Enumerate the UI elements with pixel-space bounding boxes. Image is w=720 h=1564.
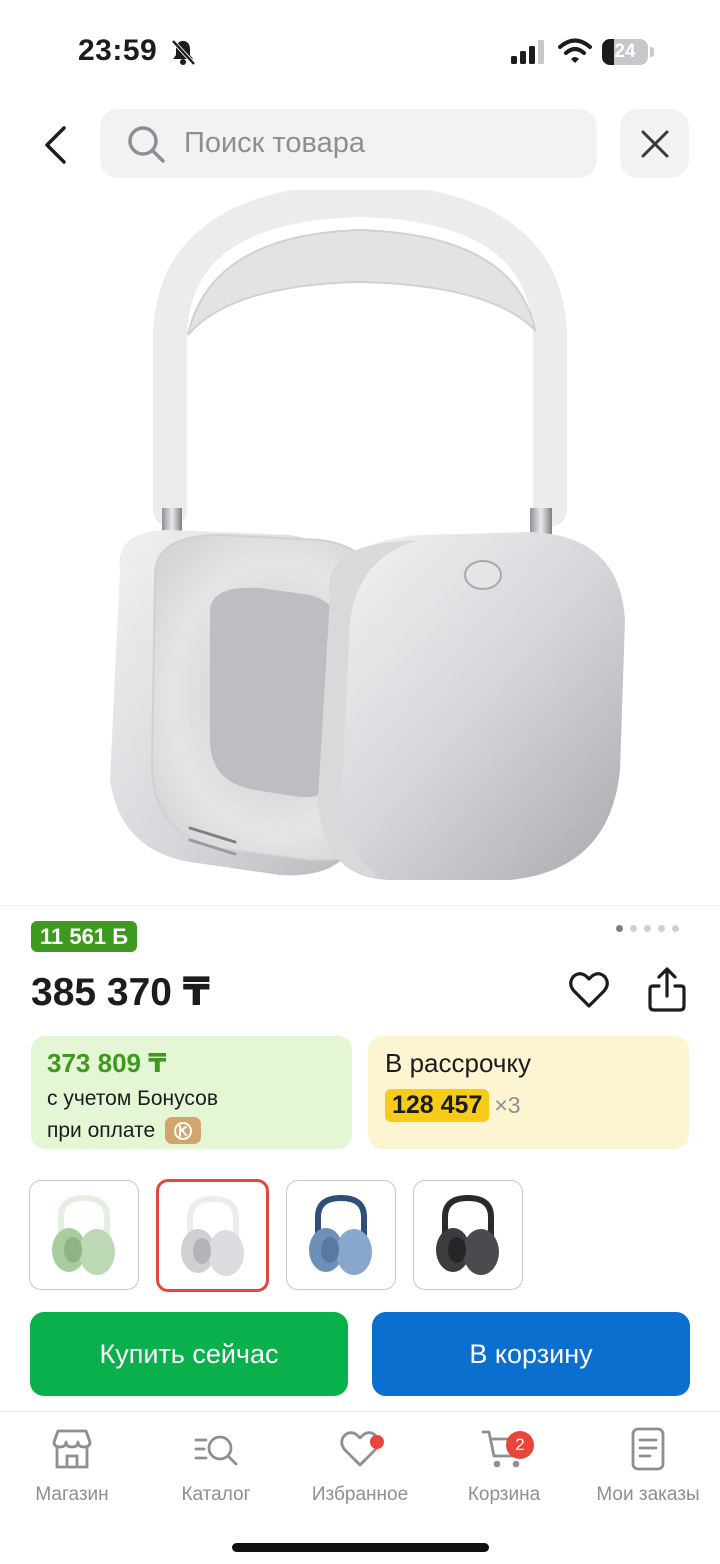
tab-label: Каталог — [181, 1484, 251, 1505]
bell-muted-icon — [171, 39, 196, 66]
headphones-blue-thumbnail — [309, 1194, 372, 1275]
close-icon — [641, 130, 668, 157]
heart-icon — [340, 1431, 380, 1467]
battery-level: 24 — [614, 41, 636, 62]
installment-amount: 128 457 — [385, 1089, 490, 1122]
headphones-gray-thumbnail — [436, 1194, 499, 1275]
tab-favorites[interactable]: Избранное — [288, 1426, 432, 1506]
headphones-silver-thumbnail — [180, 1195, 244, 1276]
bonus-price-card[interactable]: 373 809 ₸ с учетом Бонусов при оплате — [31, 1036, 352, 1149]
search-bar[interactable] — [100, 109, 597, 178]
share-icon — [648, 967, 686, 1012]
tab-label: Избранное — [311, 1484, 409, 1505]
back-button[interactable] — [30, 118, 80, 172]
pagination-dot[interactable] — [616, 925, 623, 932]
share-button[interactable] — [643, 966, 691, 1014]
payment-logo-icon — [165, 1117, 202, 1144]
pagination-dot[interactable] — [672, 925, 679, 932]
tab-catalog[interactable]: Каталог — [144, 1426, 288, 1506]
variant-green[interactable] — [29, 1180, 139, 1290]
tab-label: Магазин — [35, 1484, 109, 1505]
pagination-dot[interactable] — [644, 925, 651, 932]
tab-label: Мои заказы — [596, 1484, 700, 1505]
tab-store[interactable]: Магазин — [0, 1426, 144, 1506]
store-icon — [52, 1429, 92, 1469]
wifi-icon — [558, 38, 592, 63]
tab-orders[interactable]: Мои заказы — [576, 1426, 720, 1506]
battery-icon: 24 — [602, 39, 654, 65]
bonus-badge: 11 561 Б — [31, 921, 137, 952]
product-price: 385 370 ₸ — [31, 971, 210, 1014]
bonus-payment-label: при оплате — [47, 1118, 156, 1142]
heart-icon — [569, 972, 609, 1008]
cart-count-badge: 2 — [506, 1431, 534, 1459]
orders-icon — [631, 1427, 665, 1471]
image-divider — [0, 905, 720, 906]
notification-dot — [370, 1435, 384, 1449]
variant-space-gray[interactable] — [413, 1180, 523, 1290]
status-time: 23:59 — [78, 34, 158, 67]
chevron-left-icon — [45, 126, 66, 164]
tab-label: Корзина — [467, 1484, 541, 1505]
search-icon — [128, 125, 165, 163]
bottom-tab-bar: Магазин Каталог Избранное 2 Корзина Мои … — [0, 1411, 720, 1564]
bonus-payment-note: при оплате — [47, 1117, 352, 1144]
product-image[interactable] — [60, 190, 660, 900]
pagination-dot[interactable] — [658, 925, 665, 932]
headphones-green-thumbnail — [52, 1194, 115, 1275]
installment-card[interactable]: В рассрочку 128 457 ×3 — [368, 1036, 689, 1149]
variant-sky-blue[interactable] — [286, 1180, 396, 1290]
buy-now-button[interactable]: Купить сейчас — [30, 1312, 348, 1396]
status-bar: 23:59 24 — [0, 0, 720, 100]
variant-silver[interactable] — [156, 1179, 269, 1292]
favorite-button[interactable] — [565, 966, 613, 1014]
search-input[interactable] — [184, 127, 564, 160]
pagination-dot[interactable] — [630, 925, 637, 932]
color-variants — [29, 1179, 523, 1292]
installment-multiplier: ×3 — [494, 1092, 521, 1118]
add-to-cart-button[interactable]: В корзину — [372, 1312, 690, 1396]
bonus-note: с учетом Бонусов — [47, 1087, 218, 1110]
bonus-price: 373 809 ₸ — [47, 1048, 167, 1078]
cellular-signal-icon — [511, 40, 544, 64]
catalog-search-icon — [194, 1435, 238, 1466]
close-button[interactable] — [620, 109, 689, 178]
tab-cart[interactable]: 2 Корзина — [432, 1426, 576, 1506]
home-indicator[interactable] — [232, 1543, 489, 1552]
installment-title: В рассрочку — [385, 1048, 532, 1078]
image-pagination[interactable] — [616, 925, 679, 932]
